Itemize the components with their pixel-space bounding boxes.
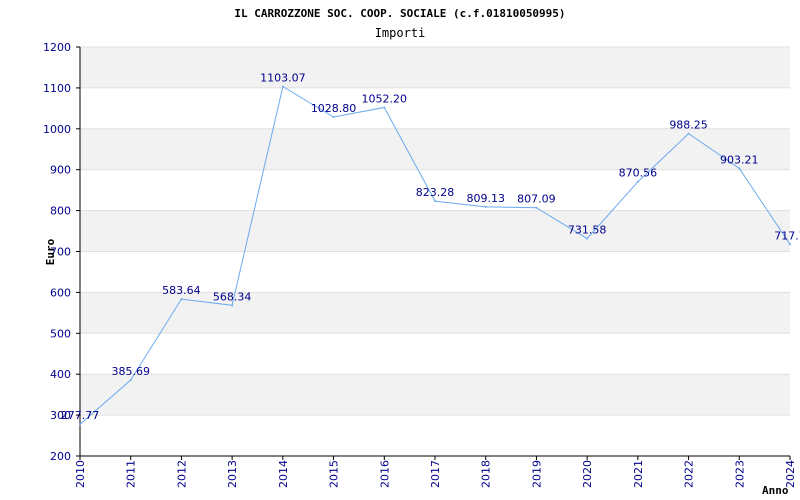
data-point <box>281 85 284 88</box>
grid-band <box>80 374 790 416</box>
y-axis-label: Euro <box>44 238 57 265</box>
data-point <box>535 206 538 209</box>
grid-band <box>80 128 790 170</box>
x-tick-label: 2020 <box>581 460 594 488</box>
data-label: 1028.80 <box>311 102 357 115</box>
x-axis-label: Anno <box>762 484 789 497</box>
data-label: 1103.07 <box>260 72 306 85</box>
data-point <box>231 304 234 307</box>
data-label: 870.56 <box>619 167 658 180</box>
data-point <box>383 106 386 109</box>
data-point <box>180 298 183 301</box>
x-tick-label: 2023 <box>733 460 746 488</box>
line-chart: 200300400500600700800900100011001200 201… <box>43 7 800 497</box>
x-tick-label: 2010 <box>74 460 87 488</box>
data-point <box>79 423 81 426</box>
grid-bands <box>80 47 790 416</box>
data-point <box>484 205 487 208</box>
data-label: 988.25 <box>669 119 708 132</box>
x-tick-label: 2022 <box>683 460 696 488</box>
chart-subtitle: Importi <box>375 26 426 40</box>
data-point <box>789 243 791 246</box>
y-tick-label: 200 <box>50 450 71 463</box>
y-tick-label: 600 <box>50 286 71 299</box>
data-label: 385.69 <box>111 365 150 378</box>
x-tick-label: 2018 <box>480 460 493 488</box>
x-tick-label: 2014 <box>277 460 290 488</box>
grid-band <box>80 47 790 88</box>
y-tick-label: 900 <box>50 164 71 177</box>
y-tick-label: 1100 <box>43 82 71 95</box>
grid-band <box>80 210 790 252</box>
data-label: 731.58 <box>568 224 607 237</box>
x-tick-label: 2012 <box>175 460 188 488</box>
data-label: 568.34 <box>213 290 252 303</box>
data-point <box>586 237 589 240</box>
y-tick-label: 800 <box>50 205 71 218</box>
data-label: 583.64 <box>162 284 201 297</box>
x-tick-label: 2013 <box>226 460 239 488</box>
x-tick-label: 2019 <box>530 460 543 488</box>
data-point <box>738 167 741 170</box>
data-point <box>129 379 132 382</box>
y-tick-label: 1200 <box>43 41 71 54</box>
data-point <box>687 132 690 135</box>
grid-band <box>80 292 790 334</box>
chart-title: IL CARROZZONE SOC. COOP. SOCIALE (c.f.01… <box>234 7 565 20</box>
data-label: 809.13 <box>466 192 505 205</box>
y-tick-label: 500 <box>50 327 71 340</box>
x-tick-label: 2021 <box>632 460 645 488</box>
y-tick-label: 400 <box>50 368 71 381</box>
data-label: 823.28 <box>416 186 455 199</box>
data-label: 807.09 <box>517 193 556 206</box>
x-tick-label: 2016 <box>378 460 391 488</box>
x-tick-label: 2015 <box>328 460 341 488</box>
x-tick-label: 2017 <box>429 460 442 488</box>
data-point <box>636 180 639 183</box>
data-label: 277.77 <box>61 409 100 422</box>
data-point <box>434 200 436 203</box>
data-point <box>332 116 335 119</box>
data-label: 717.7 <box>774 229 800 242</box>
data-label: 903.21 <box>720 153 759 166</box>
data-label: 1052.20 <box>362 92 408 105</box>
x-ticks: 2010 2011 2012 2013 2014 2015 2016 2017 2018 2019… <box>74 456 797 488</box>
x-tick-label: 2011 <box>125 460 138 488</box>
y-tick-label: 1000 <box>43 123 71 136</box>
